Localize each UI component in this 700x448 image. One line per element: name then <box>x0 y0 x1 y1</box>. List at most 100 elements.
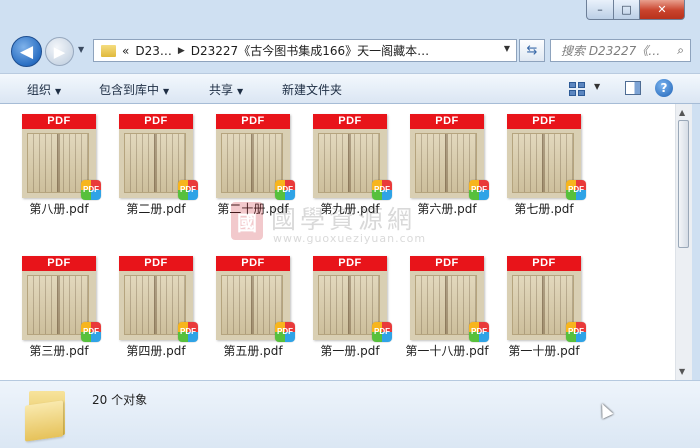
pdf-app-icon: PDF <box>275 322 295 342</box>
pdf-band-label: PDF <box>410 114 484 129</box>
pdf-band-label: PDF <box>216 256 290 271</box>
mouse-cursor-icon <box>596 401 614 419</box>
book-page-image <box>124 275 186 335</box>
file-name[interactable]: 第一十八册.pdf <box>391 342 503 359</box>
breadcrumb-segment-parent[interactable]: D23… <box>135 44 172 58</box>
file-name[interactable]: 第三册.pdf <box>3 342 115 359</box>
file-name[interactable]: 第五册.pdf <box>197 342 309 359</box>
share-label: 共享 <box>209 83 234 97</box>
preview-pane-icon[interactable] <box>625 81 641 95</box>
file-name[interactable]: 第八册.pdf <box>3 200 115 217</box>
file-item[interactable]: PDF PDF 第一十八册.pdf <box>403 246 491 358</box>
folder-large-icon <box>25 389 70 442</box>
book-page-image <box>27 275 89 335</box>
file-name[interactable]: 第二十册.pdf <box>197 200 309 217</box>
explorer-window: – □ ✕ ◀ ▶ ▼ « D23… ▶ D23227《古今图书集成166》天一… <box>0 0 700 448</box>
history-dropdown-icon[interactable]: ▼ <box>78 45 84 54</box>
pdf-band-label: PDF <box>410 256 484 271</box>
back-button[interactable]: ◀ <box>11 36 42 67</box>
book-page-image <box>221 133 283 193</box>
file-item[interactable]: PDF PDF 第七册.pdf <box>500 104 588 216</box>
file-name[interactable]: 第一册.pdf <box>294 342 406 359</box>
file-name[interactable]: 第六册.pdf <box>391 200 503 217</box>
file-item[interactable]: PDF PDF 第五册.pdf <box>209 246 297 358</box>
pdf-app-icon: PDF <box>469 180 489 200</box>
pdf-app-icon: PDF <box>566 322 586 342</box>
address-bar[interactable]: « D23… ▶ D23227《古今图书集成166》天一阁藏本… ▼ <box>93 39 517 62</box>
close-button[interactable]: ✕ <box>639 0 685 20</box>
book-page-image <box>415 133 477 193</box>
file-item[interactable]: PDF PDF 第八册.pdf <box>15 104 103 216</box>
file-name[interactable]: 第二册.pdf <box>100 200 212 217</box>
details-pane: 20 个对象 <box>0 380 700 448</box>
change-view-icon[interactable] <box>569 82 585 96</box>
file-item[interactable]: PDF PDF 第九册.pdf <box>306 104 394 216</box>
file-item[interactable]: PDF PDF 第二册.pdf <box>112 104 200 216</box>
scroll-up-icon[interactable]: ▲ <box>679 108 685 117</box>
new-folder-button[interactable]: 新建文件夹 <box>282 81 342 98</box>
book-page-image <box>27 133 89 193</box>
pdf-band-label: PDF <box>313 114 387 129</box>
organize-label: 组织 <box>27 83 52 97</box>
forward-button[interactable]: ▶ <box>45 37 74 66</box>
file-item[interactable]: PDF PDF 第二十册.pdf <box>209 104 297 216</box>
pdf-app-icon: PDF <box>566 180 586 200</box>
file-item[interactable]: PDF PDF 第一十册.pdf <box>500 246 588 358</box>
scroll-thumb[interactable] <box>678 120 689 248</box>
file-item[interactable]: PDF PDF 第三册.pdf <box>15 246 103 358</box>
refresh-icon: ⇆ <box>526 43 538 58</box>
minimize-button[interactable]: – <box>586 0 614 20</box>
pdf-band-label: PDF <box>119 256 193 271</box>
pdf-band-label: PDF <box>313 256 387 271</box>
book-page-image <box>318 133 380 193</box>
view-dropdown-icon[interactable]: ▼ <box>594 82 600 91</box>
pdf-band-label: PDF <box>507 256 581 271</box>
forward-arrow-icon: ▶ <box>53 42 66 61</box>
address-overflow[interactable]: « <box>122 44 129 58</box>
vertical-scrollbar[interactable]: ▲ ▼ <box>675 104 692 380</box>
file-name[interactable]: 第一十册.pdf <box>488 342 600 359</box>
file-item[interactable]: PDF PDF 第四册.pdf <box>112 246 200 358</box>
pdf-band-label: PDF <box>22 114 96 129</box>
item-count: 20 个对象 <box>92 393 148 407</box>
pdf-app-icon: PDF <box>372 322 392 342</box>
pdf-band-label: PDF <box>22 256 96 271</box>
organize-menu[interactable]: 组织 ▼ <box>27 81 61 98</box>
chevron-down-icon: ▼ <box>237 87 244 96</box>
pdf-app-icon: PDF <box>178 322 198 342</box>
book-page-image <box>512 133 574 193</box>
file-name[interactable]: 第四册.pdf <box>100 342 212 359</box>
folder-icon <box>101 44 116 57</box>
share-menu[interactable]: 共享 ▼ <box>209 81 243 98</box>
include-library-label: 包含到库中 <box>99 83 160 97</box>
address-dropdown-icon[interactable]: ▼ <box>504 44 510 53</box>
back-arrow-icon: ◀ <box>19 41 34 62</box>
book-page-image <box>415 275 477 335</box>
search-input[interactable]: 搜索 D23227《… <box>561 42 671 59</box>
pdf-app-icon: PDF <box>178 180 198 200</box>
maximize-button[interactable]: □ <box>613 0 640 20</box>
file-item[interactable]: PDF PDF 第六册.pdf <box>403 104 491 216</box>
pdf-app-icon: PDF <box>469 322 489 342</box>
include-in-library-menu[interactable]: 包含到库中 ▼ <box>99 81 169 98</box>
file-item[interactable]: PDF PDF 第一册.pdf <box>306 246 394 358</box>
file-name[interactable]: 第七册.pdf <box>488 200 600 217</box>
search-box[interactable]: 搜索 D23227《… ⌕ <box>550 39 691 62</box>
help-icon[interactable]: ? <box>655 79 673 97</box>
pdf-app-icon: PDF <box>81 322 101 342</box>
breadcrumb-segment-current[interactable]: D23227《古今图书集成166》天一阁藏本… <box>191 42 429 59</box>
pdf-app-icon: PDF <box>81 180 101 200</box>
scroll-down-icon[interactable]: ▼ <box>679 367 685 376</box>
pdf-band-label: PDF <box>507 114 581 129</box>
book-page-image <box>318 275 380 335</box>
command-bar: 组织 ▼ 包含到库中 ▼ 共享 ▼ 新建文件夹 ▼ ? <box>0 73 700 104</box>
search-icon[interactable]: ⌕ <box>677 43 684 58</box>
pdf-app-icon: PDF <box>372 180 392 200</box>
file-list[interactable]: PDF PDF 第八册.pdf PDF PDF 第二册.pdf PDF PDF 第二十册.pdf… <box>0 104 675 380</box>
refresh-button[interactable]: ⇆ <box>519 39 545 62</box>
file-name[interactable]: 第九册.pdf <box>294 200 406 217</box>
breadcrumb-separator-icon[interactable]: ▶ <box>178 46 185 56</box>
book-page-image <box>124 133 186 193</box>
book-page-image <box>512 275 574 335</box>
pdf-band-label: PDF <box>216 114 290 129</box>
